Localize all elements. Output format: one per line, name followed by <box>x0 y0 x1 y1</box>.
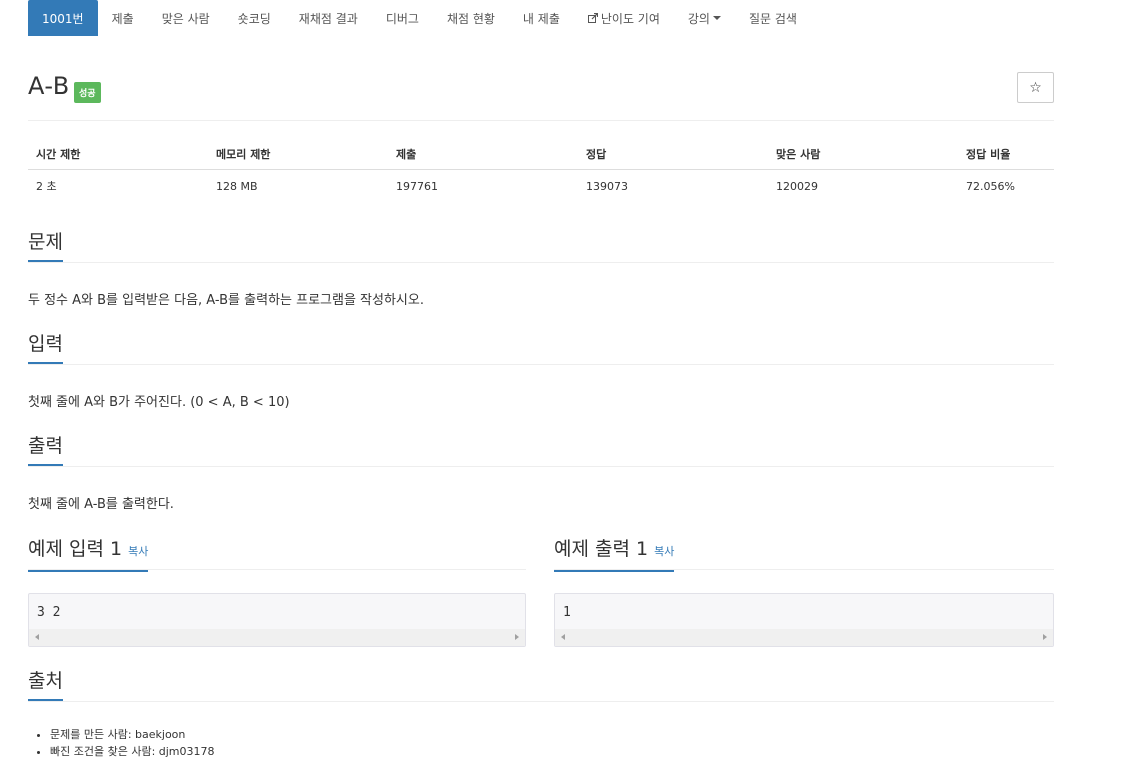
section-input: 입력 첫째 줄에 A와 B가 주어진다. (0 < A, B < 10) <box>28 332 1054 410</box>
scroll-left-icon[interactable] <box>35 634 39 640</box>
sample-input-box[interactable]: 3 2 <box>28 593 526 647</box>
header-accept-ratio: 정답 비율 <box>958 138 1054 170</box>
sample-input-content: 3 2 <box>37 605 61 620</box>
section-source: 출처 문제를 만든 사람: baekjoon 빠진 조건을 찾은 사람: djm… <box>28 669 1054 760</box>
copy-sample-input-link[interactable]: 복사 <box>128 545 148 558</box>
header-memory-limit: 메모리 제한 <box>208 138 388 170</box>
sample-output-box[interactable]: 1 <box>554 593 1054 647</box>
section-header: 문제 <box>28 230 1054 263</box>
section-header: 출력 <box>28 434 1054 467</box>
star-icon: ☆ <box>1029 79 1042 96</box>
tab-label: 내 제출 <box>522 11 560 26</box>
source-list: 문제를 만든 사람: baekjoon 빠진 조건을 찾은 사람: djm031… <box>28 726 1054 760</box>
tab-debug[interactable]: 디버그 <box>372 0 433 36</box>
tab-label: 난이도 기여 <box>600 11 660 26</box>
section-header: 출처 <box>28 669 1054 702</box>
cell-solved-users: 120029 <box>776 179 818 193</box>
tab-label: 맞은 사람 <box>161 11 210 26</box>
problem-title: A-B <box>28 72 70 100</box>
output-description: 첫째 줄에 A-B를 출력한다. <box>28 497 174 512</box>
tab-label: 강의 <box>687 11 710 26</box>
cell-memory-limit: 128 MB <box>216 179 258 193</box>
input-description: 첫째 줄에 A와 B가 주어진다. (0 < A, B < 10) <box>28 395 290 410</box>
scroll-left-icon[interactable] <box>561 634 565 640</box>
cell-time-limit: 2 초 <box>36 180 57 193</box>
section-title: 문제 <box>28 230 63 262</box>
external-link-icon <box>587 13 598 23</box>
tab-label: 숏코딩 <box>237 11 271 26</box>
section-title-text: 예제 입력 1 <box>28 538 123 560</box>
sample-output-content: 1 <box>563 605 571 620</box>
section-title: 출처 <box>28 669 63 701</box>
problem-title-row: A-B 성공 ☆ <box>28 70 1054 121</box>
tab-status[interactable]: 채점 현황 <box>433 0 509 36</box>
section-title: 예제 출력 1 복사 <box>554 537 675 572</box>
horizontal-scrollbar[interactable] <box>29 629 525 646</box>
tab-label: 1001번 <box>42 11 84 26</box>
scroll-right-icon[interactable] <box>515 634 519 640</box>
section-problem: 문제 두 정수 A와 B를 입력받은 다음, A-B를 출력하는 프로그램을 작… <box>28 230 1054 308</box>
tab-problem[interactable]: 1001번 <box>28 0 98 36</box>
section-title-text: 예제 출력 1 <box>554 538 649 560</box>
section-header: 예제 출력 1 복사 <box>554 537 1054 572</box>
section-title: 예제 입력 1 복사 <box>28 537 149 572</box>
tab-short-coding[interactable]: 숏코딩 <box>224 0 285 36</box>
problem-page: 1001번 제출 맞은 사람 숏코딩 재채점 결과 디버그 채점 현황 내 제출… <box>0 0 1123 774</box>
problem-description: 두 정수 A와 B를 입력받은 다음, A-B를 출력하는 프로그램을 작성하시… <box>28 293 424 308</box>
section-sample-output: 예제 출력 1 복사 <box>554 537 1054 572</box>
horizontal-scrollbar[interactable] <box>555 629 1053 646</box>
caret-down-icon <box>712 16 721 20</box>
cell-submissions: 197761 <box>396 179 438 193</box>
cell-accept-ratio: 72.056% <box>966 179 1015 193</box>
cell-accepted: 139073 <box>586 179 628 193</box>
tab-lectures-dropdown[interactable]: 강의 <box>674 0 735 36</box>
tab-label: 채점 현황 <box>446 11 495 26</box>
tab-my-submissions[interactable]: 내 제출 <box>509 0 574 36</box>
section-output: 출력 첫째 줄에 A-B를 출력한다. <box>28 434 1054 512</box>
header-solved-users: 맞은 사람 <box>768 138 958 170</box>
tab-label: 제출 <box>111 11 134 26</box>
header-submissions: 제출 <box>388 138 578 170</box>
tab-label: 질문 검색 <box>748 11 797 26</box>
header-accepted: 정답 <box>578 138 768 170</box>
list-item: 문제를 만든 사람: baekjoon <box>50 726 1054 743</box>
problem-info-table: 시간 제한 메모리 제한 제출 정답 맞은 사람 정답 비율 2 초 128 M… <box>28 138 1054 202</box>
list-item: 빠진 조건을 찾은 사람: djm03178 <box>50 743 1054 760</box>
section-title: 입력 <box>28 332 63 364</box>
tab-difficulty-contribution[interactable]: 난이도 기여 <box>574 0 674 36</box>
section-header: 입력 <box>28 332 1054 365</box>
tab-rejudge-results[interactable]: 재채점 결과 <box>285 0 372 36</box>
problem-nav: 1001번 제출 맞은 사람 숏코딩 재채점 결과 디버그 채점 현황 내 제출… <box>28 0 811 36</box>
favorite-star-button[interactable]: ☆ <box>1017 72 1054 103</box>
tab-label: 재채점 결과 <box>298 11 358 26</box>
header-time-limit: 시간 제한 <box>28 138 208 170</box>
section-sample-input: 예제 입력 1 복사 <box>28 537 526 572</box>
tab-solved-users[interactable]: 맞은 사람 <box>148 0 224 36</box>
tab-question-search[interactable]: 질문 검색 <box>735 0 811 36</box>
scroll-right-icon[interactable] <box>1043 634 1047 640</box>
table-row: 2 초 128 MB 197761 139073 120029 72.056% <box>28 170 1054 203</box>
status-badge: 성공 <box>74 82 101 103</box>
table-header-row: 시간 제한 메모리 제한 제출 정답 맞은 사람 정답 비율 <box>28 138 1054 170</box>
tab-label: 디버그 <box>385 11 419 26</box>
copy-sample-output-link[interactable]: 복사 <box>654 545 674 558</box>
section-header: 예제 입력 1 복사 <box>28 537 526 572</box>
tab-submit[interactable]: 제출 <box>98 0 148 36</box>
section-title: 출력 <box>28 434 63 466</box>
